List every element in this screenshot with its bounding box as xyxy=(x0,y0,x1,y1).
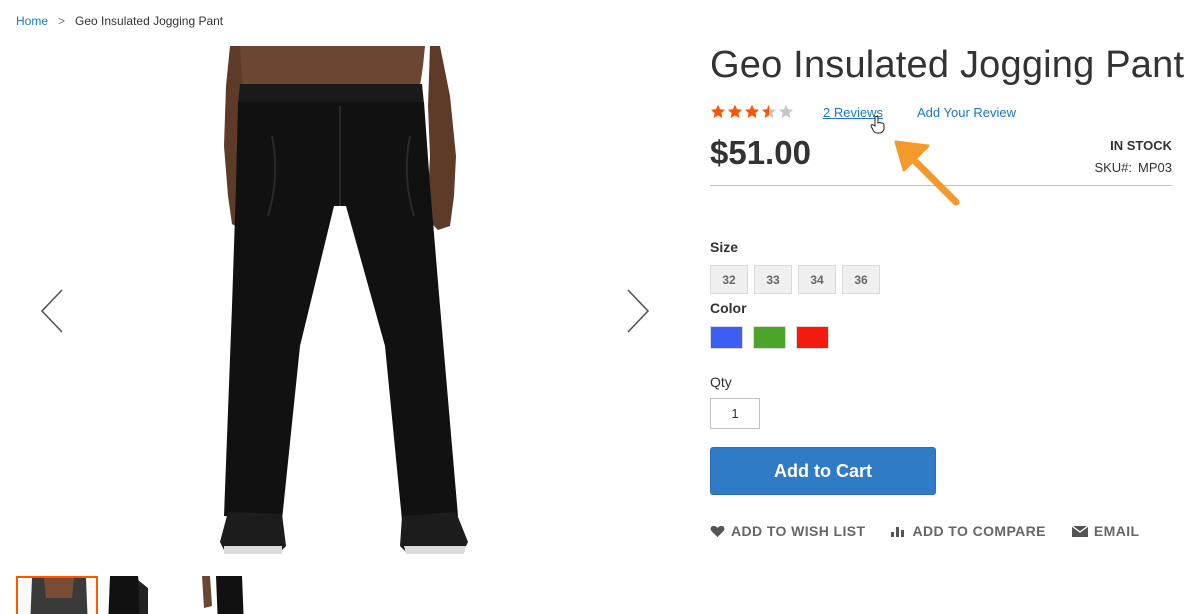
email-label: EMAIL xyxy=(1093,523,1140,539)
size-option-36[interactable]: 36 xyxy=(842,265,880,294)
chevron-left-icon xyxy=(40,289,63,333)
thumbnail-image xyxy=(202,576,244,614)
product-rating xyxy=(710,104,794,119)
envelope-icon xyxy=(1071,525,1088,537)
gallery-prev-button[interactable] xyxy=(38,288,68,334)
product-main-image[interactable] xyxy=(140,46,540,571)
thumbnail-3[interactable] xyxy=(200,576,282,614)
chevron-right-icon xyxy=(627,289,650,333)
star-icon xyxy=(762,104,776,118)
gallery-thumbnails xyxy=(16,576,282,614)
thumbnail-1[interactable] xyxy=(16,576,98,614)
breadcrumb-home-link[interactable]: Home xyxy=(16,14,48,28)
star-icon xyxy=(728,104,742,118)
jogging-pant-image xyxy=(220,46,468,554)
rating-stars xyxy=(710,104,794,119)
product-price: $51.00 xyxy=(710,134,811,171)
add-to-wishlist-link[interactable]: ADD TO WISH LIST xyxy=(710,523,865,539)
product-title: Geo Insulated Jogging Pant xyxy=(710,44,1185,86)
heart-icon xyxy=(710,525,725,537)
color-option-2[interactable] xyxy=(753,326,786,349)
size-label: Size xyxy=(710,239,739,255)
product-actions: ADD TO WISH LIST ADD TO COMPARE EMAIL xyxy=(710,523,1139,539)
wishlist-label: ADD TO WISH LIST xyxy=(731,523,866,539)
color-option-1[interactable] xyxy=(710,326,743,349)
breadcrumb-current: Geo Insulated Jogging Pant xyxy=(75,14,224,28)
star-icon xyxy=(779,104,793,118)
color-options xyxy=(710,326,829,349)
add-to-compare-link[interactable]: ADD TO COMPARE xyxy=(891,523,1046,539)
thumbnail-image xyxy=(18,578,96,614)
sku-value: MP03 xyxy=(1138,160,1172,175)
thumbnail-image xyxy=(108,576,148,614)
sku-label: SKU#: xyxy=(1094,160,1133,175)
thumbnail-2[interactable] xyxy=(108,576,190,614)
add-to-cart-button[interactable]: Add to Cart xyxy=(710,447,936,495)
compare-label: ADD TO COMPARE xyxy=(912,523,1046,539)
size-option-33[interactable]: 33 xyxy=(754,265,792,294)
size-option-32[interactable]: 32 xyxy=(710,265,748,294)
stock-status: IN STOCK xyxy=(1110,138,1172,153)
qty-label: Qty xyxy=(710,374,732,390)
email-link[interactable]: EMAIL xyxy=(1071,523,1140,539)
annotation-arrow-icon xyxy=(890,132,970,217)
add-review-link[interactable]: Add Your Review xyxy=(917,105,1016,120)
product-sku: SKU#: MP03 xyxy=(1094,160,1172,175)
size-option-34[interactable]: 34 xyxy=(798,265,836,294)
hand-pointer-icon xyxy=(870,116,886,139)
star-icon xyxy=(711,104,725,118)
color-label: Color xyxy=(710,300,747,316)
size-options: 32 33 34 36 xyxy=(710,265,880,294)
breadcrumb-separator: > xyxy=(58,14,66,28)
bar-chart-icon xyxy=(891,527,905,537)
product-gallery xyxy=(0,46,690,614)
gallery-next-button[interactable] xyxy=(622,288,652,334)
color-option-3[interactable] xyxy=(796,326,829,349)
qty-input[interactable] xyxy=(710,398,760,429)
star-icon xyxy=(745,104,759,118)
breadcrumb: Home > Geo Insulated Jogging Pant xyxy=(16,14,223,28)
